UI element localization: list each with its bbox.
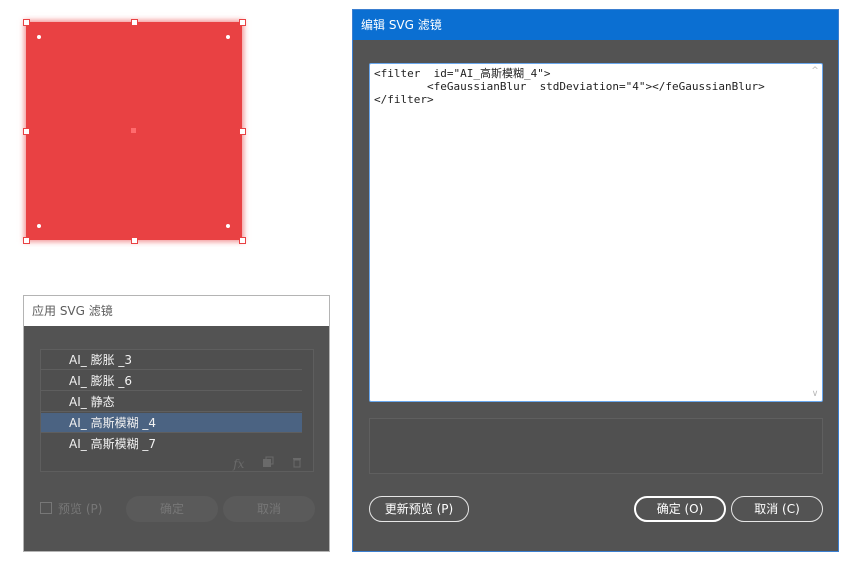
filter-list-item[interactable]: AI_ 膨胀 _6 (41, 371, 302, 391)
dialog-title: 编辑 SVG 滤镜 (353, 10, 838, 40)
resize-handle-top-right[interactable] (239, 19, 246, 26)
filter-list[interactable]: AI_ 膨胀 _3 AI_ 膨胀 _6 AI_ 静态 AI_ 高斯模糊 _4 A… (40, 349, 314, 472)
center-point (131, 128, 136, 133)
cancel-button[interactable]: 取消 (223, 496, 315, 522)
checkbox-icon[interactable] (40, 502, 52, 514)
resize-handle-bottom[interactable] (131, 237, 138, 244)
apply-svg-filter-dialog: 应用 SVG 滤镜 AI_ 膨胀 _3 AI_ 膨胀 _6 AI_ 静态 AI_… (23, 295, 330, 552)
update-preview-button[interactable]: 更新预览 (P) (369, 496, 469, 522)
filter-list-item-selected[interactable]: AI_ 高斯模糊 _4 (41, 413, 302, 433)
corner-widget-top-left[interactable] (36, 34, 42, 40)
corner-widget-bottom-right[interactable] (225, 223, 231, 229)
resize-handle-top[interactable] (131, 19, 138, 26)
dialog-title: 应用 SVG 滤镜 (24, 296, 329, 326)
selected-rectangle[interactable] (23, 19, 246, 244)
resize-handle-bottom-left[interactable] (23, 237, 30, 244)
filter-code-text[interactable]: <filter id="AI_高斯模糊_4"> <feGaussianBlur … (370, 64, 822, 106)
preview-label: 预览 (P) (58, 502, 103, 516)
cancel-button[interactable]: 取消 (C) (731, 496, 823, 522)
message-area (369, 418, 823, 474)
filter-list-item[interactable]: AI_ 高斯模糊 _7 (41, 434, 302, 454)
filter-list-item[interactable]: AI_ 膨胀 _3 (41, 350, 302, 370)
edit-svg-filter-dialog: 编辑 SVG 滤镜 <filter id="AI_高斯模糊_4"> <feGau… (352, 9, 839, 552)
preview-checkbox[interactable]: 预览 (P) (40, 502, 102, 516)
ok-button[interactable]: 确定 (O) (634, 496, 726, 522)
filter-list-toolbar: fx (223, 453, 305, 472)
trash-icon[interactable] (289, 456, 305, 472)
resize-handle-bottom-right[interactable] (239, 237, 246, 244)
filter-code-editor[interactable]: <filter id="AI_高斯模糊_4"> <feGaussianBlur … (369, 63, 823, 402)
new-filter-icon[interactable] (260, 456, 276, 472)
resize-handle-left[interactable] (23, 128, 30, 135)
resize-handle-top-left[interactable] (23, 19, 30, 26)
corner-widget-top-right[interactable] (225, 34, 231, 40)
resize-handle-right[interactable] (239, 128, 246, 135)
corner-widget-bottom-left[interactable] (36, 223, 42, 229)
ok-button[interactable]: 确定 (126, 496, 218, 522)
fx-icon[interactable]: fx (231, 456, 247, 472)
filter-list-item[interactable]: AI_ 静态 (41, 392, 302, 412)
scroll-down-icon[interactable]: ∨ (810, 389, 820, 399)
scroll-up-icon[interactable]: ^ (810, 66, 820, 76)
